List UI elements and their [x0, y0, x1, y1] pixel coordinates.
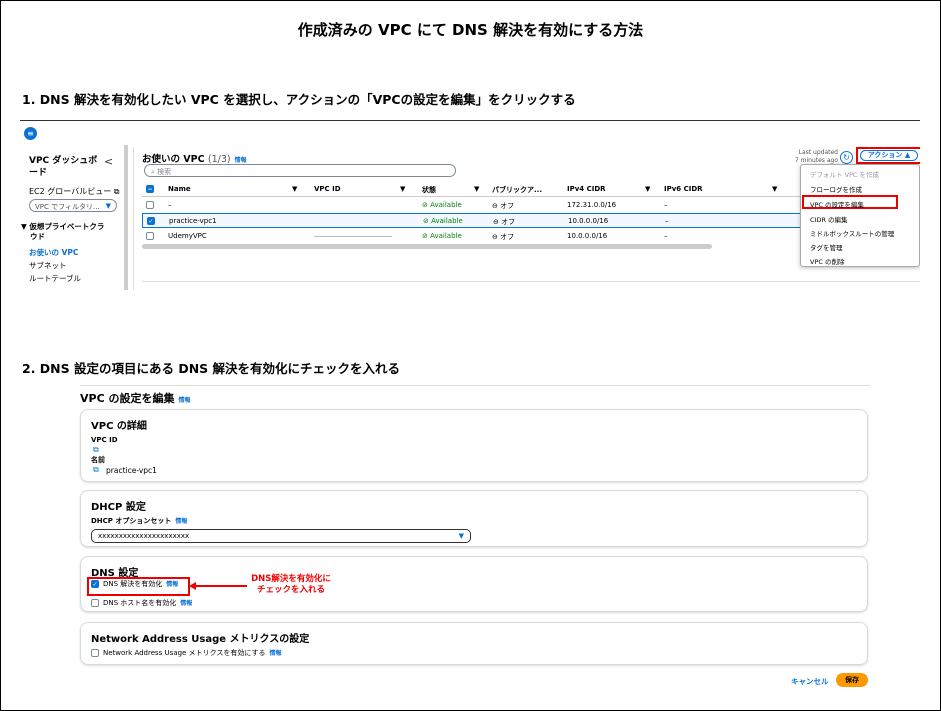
- sidebar-section-vpc[interactable]: ▼ 仮想プライベートクラ ウド: [21, 222, 116, 242]
- info-link[interactable]: 情報: [175, 518, 187, 525]
- info-link[interactable]: 情報: [166, 581, 178, 588]
- menu-item-create-flow-log[interactable]: フローログを作成: [810, 184, 862, 194]
- dhcp-option-select[interactable]: xxxxxxxxxxxxxxxxxxxxxx ▼: [91, 529, 471, 543]
- sort-icon[interactable]: ▼: [292, 185, 297, 193]
- vpc-filter-select[interactable]: VPC でフィルタリ... ▼: [29, 199, 117, 212]
- col-name[interactable]: Name: [168, 185, 191, 193]
- menu-item-edit-cidr[interactable]: CIDR の編集: [810, 214, 848, 224]
- edit-title: VPC の設定を編集 情報: [80, 392, 191, 405]
- arrow-line: [193, 585, 247, 587]
- row-name: practice-vpc1: [169, 217, 217, 225]
- name-label: 名前: [91, 456, 105, 464]
- select-all-checkbox[interactable]: −: [146, 185, 154, 193]
- nau-card: Network Address Usage メトリクスの設定 Network A…: [80, 622, 868, 665]
- nau-checkbox[interactable]: Network Address Usage メトリクスを有効にする 情報: [91, 648, 281, 658]
- search-input[interactable]: ⌕ 検索: [144, 164, 456, 177]
- caret-down-icon: ▼: [458, 532, 464, 540]
- annotation: DNS解決を有効化に チェックを入れる: [251, 574, 331, 595]
- collapse-icon[interactable]: <: [104, 155, 113, 168]
- menu-item-edit-vpc-settings[interactable]: VPC の設定を編集: [810, 199, 864, 209]
- dns-card: DNS 設定 ✓ DNS 解決を有効化 情報 DNS解決を有効化に チェックを入れる…: [80, 556, 868, 612]
- row-ipv6: –: [664, 201, 668, 209]
- row-ipv4: 10.0.0.0/16: [567, 232, 608, 240]
- dhcp-card: DHCP 設定 DHCP オプションセット 情報 xxxxxxxxxxxxxxxx…: [80, 490, 868, 547]
- check-icon: ✓: [91, 580, 99, 588]
- sort-icon[interactable]: ▼: [772, 185, 777, 193]
- card-heading: VPC の詳細: [91, 421, 147, 432]
- vpc-list-screenshot: ≡ VPC ダッシュボ ード < EC2 グローバルビュー ⧉ VPC でフィル…: [20, 120, 920, 290]
- step2-heading: 2. DNS 設定の項目にある DNS 解決を有効化にチェックを入れる: [22, 361, 401, 376]
- row-name: UdemyVPC: [168, 232, 207, 240]
- ec2-global-view-link[interactable]: EC2 グローバルビュー ⧉: [29, 186, 119, 197]
- row-ipv4: 172.31.0.0/16: [567, 201, 617, 209]
- page-title: 作成済みの VPC にて DNS 解決を有効にする方法: [297, 21, 644, 39]
- cancel-button[interactable]: キャンセル: [791, 676, 829, 687]
- public-access: ⊖ オフ: [492, 202, 515, 210]
- info-link[interactable]: 情報: [180, 600, 192, 607]
- sidebar-scrollbar[interactable]: [124, 145, 128, 290]
- row-checkbox[interactable]: [146, 201, 154, 209]
- info-link[interactable]: 情報: [178, 397, 190, 404]
- row-checkbox[interactable]: [146, 232, 154, 240]
- step1-heading: 1. DNS 解決を有効化したい VPC を選択し、アクションの「VPCの設定を…: [22, 92, 576, 107]
- col-public[interactable]: パブリックア...: [492, 185, 542, 195]
- card-heading: DHCP 設定: [91, 502, 146, 513]
- info-link[interactable]: 情報: [269, 650, 281, 657]
- table-scrollbar[interactable]: [142, 244, 712, 249]
- action-highlight: アクション ▲: [856, 147, 920, 164]
- status-badge: ⊘ Available: [422, 232, 462, 240]
- name-value: practice-vpc1: [106, 466, 157, 475]
- row-ipv6: –: [665, 217, 669, 225]
- menu-item-create-default-vpc[interactable]: デフォルト VPC を作成: [810, 169, 879, 179]
- dns-resolution-checkbox[interactable]: ✓ DNS 解決を有効化 情報: [91, 579, 178, 589]
- sidebar-item-route-tables[interactable]: ルートテーブル: [29, 273, 81, 284]
- row-checkbox[interactable]: ✓: [147, 217, 155, 225]
- info-link[interactable]: 情報: [235, 157, 247, 164]
- row-ipv4: 10.0.0.0/16: [568, 217, 609, 225]
- sidebar-title: VPC ダッシュボ ード: [29, 156, 98, 178]
- last-updated: Last updated 7 minutes ago: [794, 149, 838, 164]
- edit-vpc-settings-screenshot: VPC の設定を編集 情報 VPC の詳細 VPC ID ⧉ 名前 ⧉ pract…: [80, 385, 870, 695]
- menu-item-manage-tags[interactable]: タグを管理: [810, 242, 843, 252]
- copy-icon[interactable]: ⧉: [93, 445, 99, 455]
- actions-dropdown: デフォルト VPC を作成 フローログを作成 VPC の設定を編集 CIDR の…: [800, 164, 920, 267]
- status-badge: ⊘ Available: [422, 201, 462, 209]
- actions-button[interactable]: アクション ▲: [860, 150, 918, 161]
- copy-icon[interactable]: ⧉: [93, 465, 99, 475]
- sidebar-item-subnets[interactable]: サブネット: [29, 260, 67, 271]
- card-heading: Network Address Usage メトリクスの設定: [91, 634, 310, 645]
- col-ipv4[interactable]: IPv4 CIDR: [567, 185, 606, 193]
- menu-item-delete-vpc[interactable]: VPC の削除: [810, 256, 844, 266]
- sidebar-item-your-vpcs[interactable]: お使いの VPC: [29, 247, 78, 258]
- vpc-details-card: VPC の詳細 VPC ID ⧉ 名前 ⧉ practice-vpc1: [80, 409, 868, 482]
- checkbox-icon: [91, 599, 99, 607]
- vpc-main-panel: お使いの VPC (1/3) 情報 ⌕ 検索 Last updated 7 min…: [142, 147, 920, 290]
- refresh-icon[interactable]: ↻: [840, 151, 853, 164]
- divider: [142, 281, 920, 282]
- search-icon: ⌕: [151, 168, 155, 176]
- col-ipv6[interactable]: IPv6 CIDR: [664, 185, 703, 193]
- public-access: ⊖ オフ: [493, 218, 516, 226]
- sidebar: VPC ダッシュボ ード < EC2 グローバルビュー ⧉ VPC でフィルタリ…: [20, 149, 124, 290]
- sort-icon[interactable]: ▼: [645, 185, 650, 193]
- public-access: ⊖ オフ: [492, 233, 515, 241]
- dhcp-option-label: DHCP オプションセット 情報: [91, 517, 188, 525]
- caret-down-icon: ▼: [105, 202, 111, 210]
- checkbox-icon: [91, 649, 99, 657]
- sort-icon[interactable]: ▼: [474, 185, 479, 193]
- divider: [133, 147, 134, 290]
- vpc-list-heading: お使いの VPC (1/3) 情報: [142, 154, 247, 165]
- hamburger-icon[interactable]: ≡: [24, 127, 37, 140]
- redacted-id: [314, 236, 392, 237]
- menu-item-middlebox-routes[interactable]: ミドルボックスルートの管理: [810, 228, 894, 238]
- col-vpc-id[interactable]: VPC ID: [314, 185, 341, 193]
- row-ipv6: –: [664, 232, 668, 240]
- col-status[interactable]: 状態: [422, 185, 436, 195]
- dns-hostnames-checkbox[interactable]: DNS ホスト名を有効化 情報: [91, 598, 192, 608]
- vpc-id-label: VPC ID: [91, 436, 118, 444]
- save-button[interactable]: 保存: [836, 673, 868, 687]
- status-badge: ⊘ Available: [423, 217, 463, 225]
- row-name: –: [168, 201, 172, 209]
- sort-icon[interactable]: ▼: [400, 185, 405, 193]
